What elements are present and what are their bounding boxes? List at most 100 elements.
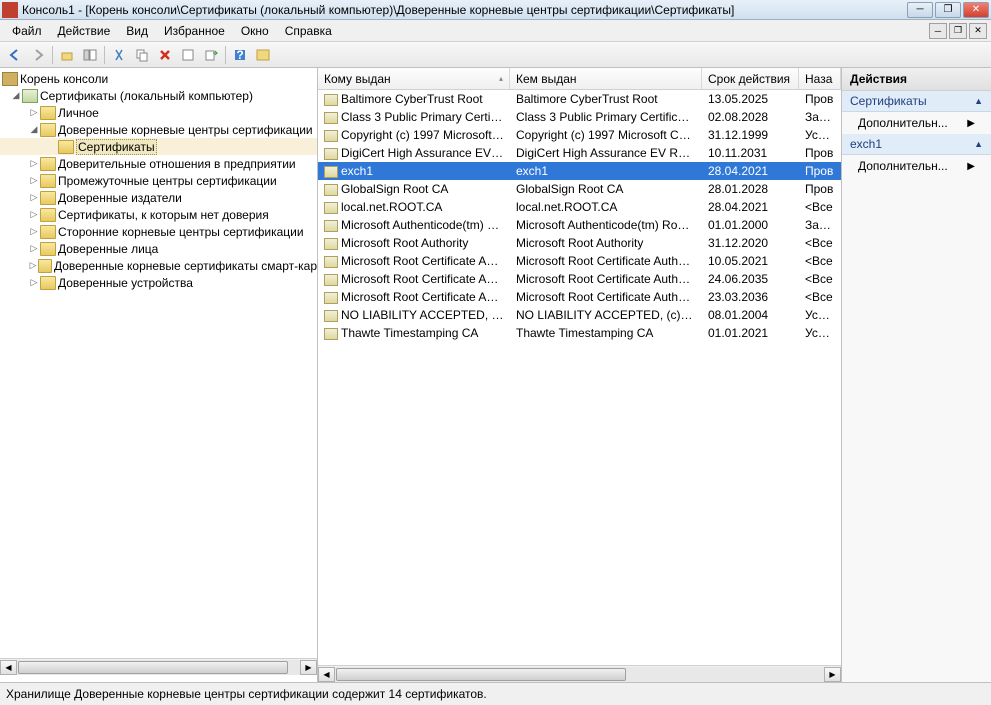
tree-third-party[interactable]: ▷ Сторонние корневые центры сертификации <box>0 223 317 240</box>
expander-icon[interactable]: ◢ <box>10 90 22 101</box>
action-more-2[interactable]: Дополнительн... ▶ <box>842 155 991 177</box>
menu-help[interactable]: Справка <box>277 22 340 40</box>
list-row[interactable]: Microsoft Root Certificate Auth...Micros… <box>318 288 841 306</box>
copy-button[interactable] <box>131 44 153 66</box>
status-text: Хранилище Доверенные корневые центры сер… <box>6 687 487 701</box>
folder-icon <box>40 123 56 137</box>
help-button[interactable]: ? <box>229 44 251 66</box>
cell-issued-by: Microsoft Authenticode(tm) Root... <box>510 217 702 233</box>
expander-icon[interactable]: ◢ <box>28 124 40 135</box>
list-header: Кому выдан▴ Кем выдан Срок действия Наза <box>318 68 841 90</box>
mdi-minimize-button[interactable]: ─ <box>929 23 947 39</box>
back-button[interactable] <box>4 44 26 66</box>
tree-trusted-people[interactable]: ▷ Доверенные лица <box>0 240 317 257</box>
scroll-track[interactable] <box>335 667 824 682</box>
menu-window[interactable]: Окно <box>233 22 277 40</box>
list-row[interactable]: Microsoft Root Certificate Auth...Micros… <box>318 270 841 288</box>
list-row[interactable]: Baltimore CyberTrust RootBaltimore Cyber… <box>318 90 841 108</box>
list-body: Baltimore CyberTrust RootBaltimore Cyber… <box>318 90 841 665</box>
list-row[interactable]: exch1exch128.04.2021Пров <box>318 162 841 180</box>
expander-icon[interactable]: ▷ <box>28 209 40 220</box>
cell-issued-to: exch1 <box>318 163 510 179</box>
tree-label: Сертификаты <box>76 139 157 155</box>
close-button[interactable]: ✕ <box>963 2 989 18</box>
tree-untrusted[interactable]: ▷ Сертификаты, к которым нет доверия <box>0 206 317 223</box>
cell-issued-to: local.net.ROOT.CA <box>318 199 510 215</box>
list-row[interactable]: local.net.ROOT.CAlocal.net.ROOT.CA28.04.… <box>318 198 841 216</box>
expander-icon[interactable]: ▷ <box>28 107 40 118</box>
list-row[interactable]: Copyright (c) 1997 Microsoft C...Copyrig… <box>318 126 841 144</box>
scroll-right-button[interactable]: ▶ <box>300 660 317 675</box>
scroll-left-button[interactable]: ◀ <box>0 660 17 675</box>
list-hscroll[interactable]: ◀ ▶ <box>318 665 841 682</box>
tree-personal[interactable]: ▷ Личное <box>0 104 317 121</box>
list-row[interactable]: Microsoft Root AuthorityMicrosoft Root A… <box>318 234 841 252</box>
tree-trusted-publishers[interactable]: ▷ Доверенные издатели <box>0 189 317 206</box>
col-purposes[interactable]: Наза <box>799 68 841 89</box>
cell-issued-to: Class 3 Public Primary Certificat... <box>318 109 510 125</box>
expander-icon[interactable]: ▷ <box>28 226 40 237</box>
list-row[interactable]: NO LIABILITY ACCEPTED, (c)97 ...NO LIABI… <box>318 306 841 324</box>
expander-icon[interactable]: ▷ <box>28 243 40 254</box>
list-row[interactable]: Microsoft Root Certificate Auth...Micros… <box>318 252 841 270</box>
list-row[interactable]: GlobalSign Root CAGlobalSign Root CA28.0… <box>318 180 841 198</box>
list-row[interactable]: Class 3 Public Primary Certificat...Clas… <box>318 108 841 126</box>
export-button[interactable] <box>200 44 222 66</box>
menu-file[interactable]: Файл <box>4 22 50 40</box>
scroll-left-button[interactable]: ◀ <box>318 667 335 682</box>
folder-icon <box>40 174 56 188</box>
cell-issued-to: Microsoft Authenticode(tm) Ro... <box>318 217 510 233</box>
tree-enterprise-trust[interactable]: ▷ Доверительные отношения в предприятии <box>0 155 317 172</box>
list-row[interactable]: Microsoft Authenticode(tm) Ro...Microsof… <box>318 216 841 234</box>
tree-smart-card[interactable]: ▷ Доверенные корневые сертификаты смарт-… <box>0 257 317 274</box>
expander-icon[interactable]: ▷ <box>28 260 38 271</box>
tree-hscroll[interactable]: ◀ ▶ <box>0 658 317 675</box>
certificate-icon <box>324 112 338 124</box>
menu-action[interactable]: Действие <box>50 22 119 40</box>
menu-favorites[interactable]: Избранное <box>156 22 233 40</box>
show-hide-button[interactable] <box>79 44 101 66</box>
col-issued-to[interactable]: Кому выдан▴ <box>318 68 510 89</box>
list-row[interactable]: DigiCert High Assurance EV Ro...DigiCert… <box>318 144 841 162</box>
mdi-close-button[interactable]: ✕ <box>969 23 987 39</box>
up-button[interactable] <box>56 44 78 66</box>
col-issued-by[interactable]: Кем выдан <box>510 68 702 89</box>
col-expiration[interactable]: Срок действия <box>702 68 799 89</box>
cell-issued-by: Thawte Timestamping CA <box>510 325 702 341</box>
expander-icon[interactable]: ▷ <box>28 277 40 288</box>
tree-label: Личное <box>58 106 99 120</box>
action-more-1[interactable]: Дополнительн... ▶ <box>842 112 991 134</box>
expander-icon[interactable]: ▷ <box>28 158 40 169</box>
options-button[interactable] <box>252 44 274 66</box>
scroll-thumb[interactable] <box>18 661 288 674</box>
menu-view[interactable]: Вид <box>118 22 156 40</box>
cell-issued-to: Microsoft Root Certificate Auth... <box>318 289 510 305</box>
tree-trusted-devices[interactable]: ▷ Доверенные устройства <box>0 274 317 291</box>
tree-root[interactable]: Корень консоли <box>0 70 317 87</box>
certificate-icon <box>324 130 338 142</box>
action-section-exch1[interactable]: exch1 ▲ <box>842 134 991 155</box>
cell-issued-by: DigiCert High Assurance EV Root ... <box>510 145 702 161</box>
delete-button[interactable] <box>154 44 176 66</box>
properties-button[interactable] <box>177 44 199 66</box>
minimize-button[interactable]: ─ <box>907 2 933 18</box>
expander-icon[interactable]: ▷ <box>28 175 40 186</box>
cut-button[interactable] <box>108 44 130 66</box>
forward-button[interactable] <box>27 44 49 66</box>
tree-certs-local[interactable]: ◢ Сертификаты (локальный компьютер) <box>0 87 317 104</box>
list-row[interactable]: Thawte Timestamping CAThawte Timestampin… <box>318 324 841 342</box>
scroll-thumb[interactable] <box>336 668 626 681</box>
maximize-button[interactable]: ❐ <box>935 2 961 18</box>
expander-icon[interactable]: ▷ <box>28 192 40 203</box>
cell-purposes: Пров <box>799 145 841 161</box>
action-section-certs[interactable]: Сертификаты ▲ <box>842 91 991 112</box>
main-area: Корень консоли ◢ Сертификаты (локальный … <box>0 68 991 682</box>
mdi-restore-button[interactable]: ❐ <box>949 23 967 39</box>
scroll-track[interactable] <box>17 660 300 675</box>
scroll-right-button[interactable]: ▶ <box>824 667 841 682</box>
tree-trusted-root[interactable]: ◢ Доверенные корневые центры сертификаци… <box>0 121 317 138</box>
tree-intermediate[interactable]: ▷ Промежуточные центры сертификации <box>0 172 317 189</box>
tree-label: Доверенные устройства <box>58 276 193 290</box>
tree-certificates[interactable]: Сертификаты <box>0 138 317 155</box>
certificate-icon <box>324 238 338 250</box>
